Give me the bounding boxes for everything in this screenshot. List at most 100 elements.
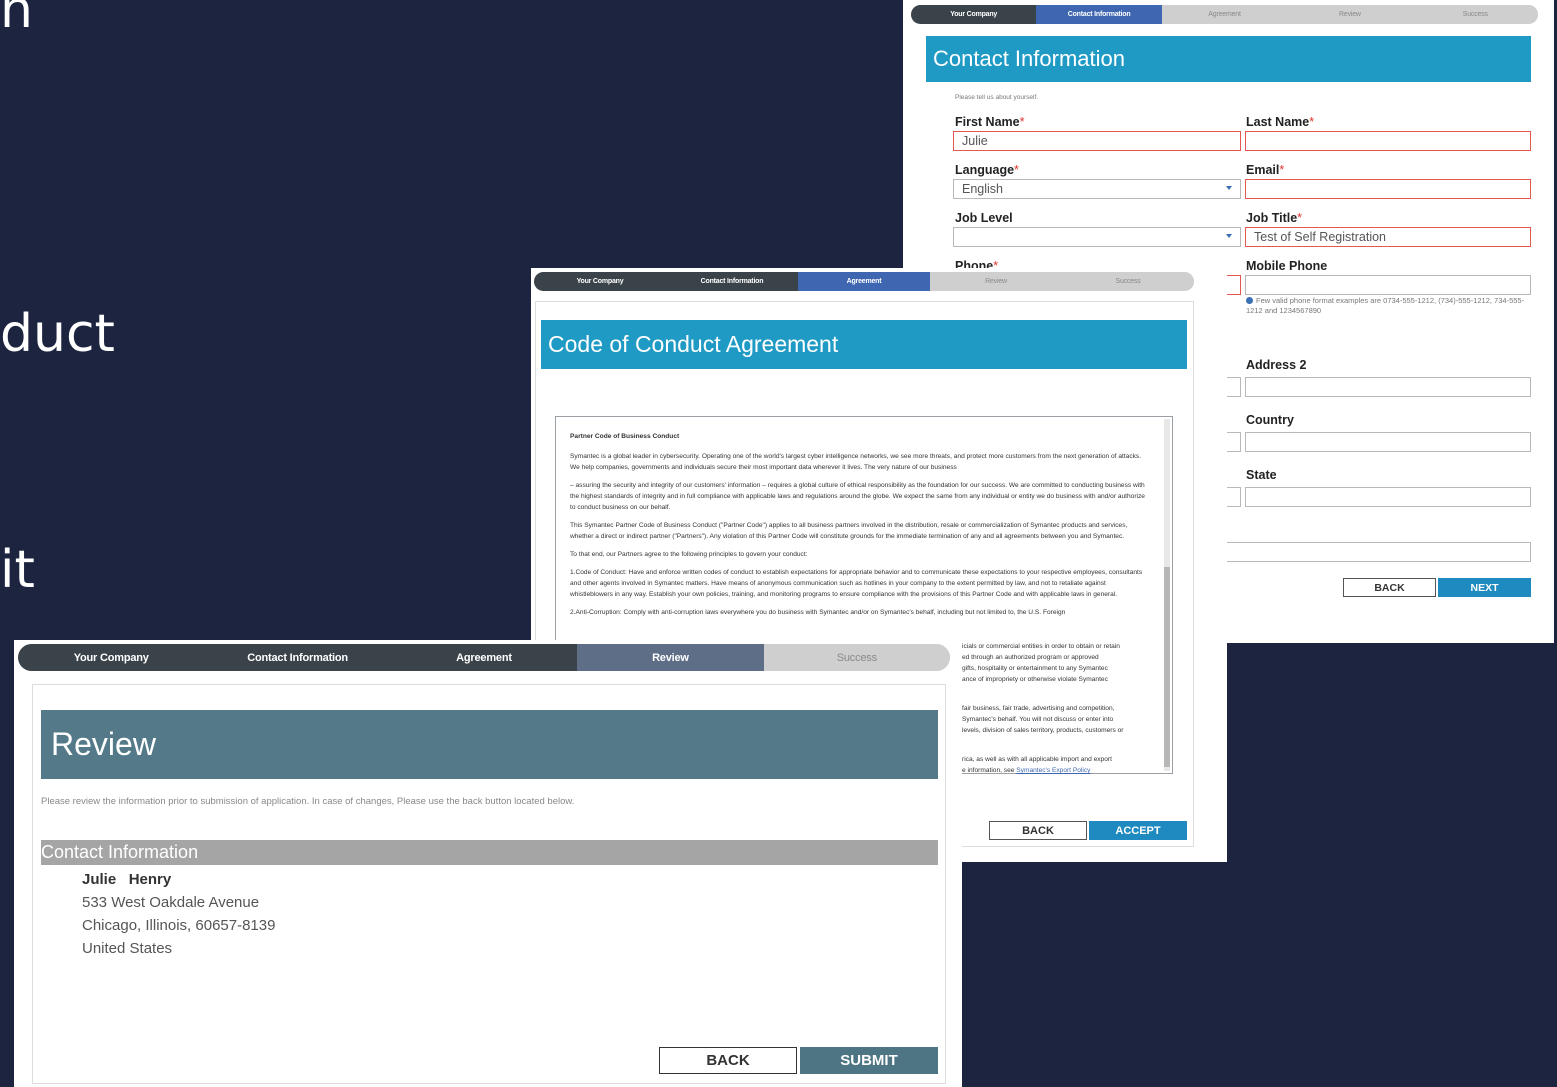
fragment-line: e information, see Symantec's Export Pol… <box>962 765 1157 776</box>
background-text-1: n <box>0 0 33 40</box>
country-label: Country <box>1246 413 1294 427</box>
last-name: Henry <box>128 871 172 888</box>
conduct-text-fragment: icials or commercial entities in order t… <box>962 641 1157 776</box>
intro-text: Please tell us about yourself. <box>955 94 1039 101</box>
country: United States <box>82 940 173 957</box>
back-button[interactable]: BACK <box>1343 578 1436 597</box>
info-icon <box>1246 297 1253 304</box>
page-title-banner: Code of Conduct Agreement <box>541 320 1187 369</box>
first-name-field[interactable]: Julie <box>953 131 1241 151</box>
paragraph: To that end, our Partners agree to the f… <box>570 551 808 558</box>
step-your-company: Your Company <box>911 5 1037 24</box>
email-field[interactable] <box>1245 179 1531 199</box>
step-label: Agreement <box>846 278 882 285</box>
section-header: Contact Information <box>41 840 938 865</box>
step-label: Your Company <box>73 651 149 664</box>
fragment-line: icials or commercial entities in order t… <box>962 643 1120 650</box>
step-label: Contact Information <box>1067 11 1131 18</box>
back-button[interactable]: BACK <box>659 1047 797 1074</box>
step-label: Review <box>1339 11 1361 18</box>
job-level-select[interactable] <box>953 227 1241 247</box>
step-agreement: Agreement <box>390 644 578 671</box>
required-mark: * <box>1279 163 1285 177</box>
step-label: Review <box>652 651 689 664</box>
step-contact-information: Contact Information <box>666 272 798 291</box>
fragment-line: rica, as well as with all applicable imp… <box>962 756 1112 763</box>
step-label: Success <box>836 651 877 664</box>
language-select[interactable]: English <box>953 179 1241 199</box>
step-label: Agreement <box>1208 11 1241 18</box>
last-name-label: Last Name* <box>1246 115 1314 129</box>
step-your-company: Your Company <box>534 272 666 291</box>
review-instructions: Please review the information prior to s… <box>41 796 575 807</box>
step-label: Success <box>1462 11 1488 18</box>
extra-field[interactable] <box>1213 542 1531 562</box>
step-label: Review <box>985 278 1007 285</box>
export-policy-link[interactable]: Symantec's Export Policy <box>1016 767 1090 774</box>
contact-name: Julie Henry <box>82 871 171 888</box>
progress-steps: Your Company Contact Information Agreeme… <box>18 644 950 671</box>
step-agreement: Agreement <box>1161 5 1288 24</box>
conduct-heading: Partner Code of Business Conduct <box>570 433 680 440</box>
fragment-line: gifts, hospitality or entertainment to a… <box>962 665 1108 672</box>
paragraph: – assuring the security and integrity of… <box>570 482 1145 511</box>
progress-steps: Your Company Contact Information Agreeme… <box>534 272 1194 291</box>
back-button[interactable]: BACK <box>989 821 1087 840</box>
address2-field[interactable] <box>1245 377 1531 397</box>
next-button[interactable]: NEXT <box>1438 578 1531 597</box>
background-text-3: it <box>0 540 35 600</box>
state-field[interactable] <box>1245 487 1531 507</box>
step-agreement: Agreement <box>798 272 930 291</box>
step-label: Your Company <box>576 278 624 285</box>
email-label: Email* <box>1246 163 1284 177</box>
review-screenshot: Your Company Contact Information Agreeme… <box>14 640 962 1087</box>
paragraph: This Symantec Partner Code of Business C… <box>570 522 1128 540</box>
paragraph: Symantec is a global leader in cybersecu… <box>570 453 1142 471</box>
page-title: Code of Conduct Agreement <box>548 331 839 357</box>
label-text: Last Name <box>1246 115 1310 129</box>
page-title-banner: Contact Information <box>926 36 1531 82</box>
step-your-company: Your Company <box>18 644 205 671</box>
step-label: Contact Information <box>700 278 764 285</box>
hint-text: Few valid phone format examples are 0734… <box>1246 296 1525 315</box>
last-name-field[interactable] <box>1245 131 1531 151</box>
scrollbar-thumb[interactable] <box>1164 567 1170 767</box>
job-title-label: Job Title* <box>1246 211 1302 225</box>
step-label: Contact Information <box>247 651 348 664</box>
job-title-field[interactable]: Test of Self Registration <box>1245 227 1531 247</box>
phone-format-hint: Few valid phone format examples are 0734… <box>1246 296 1528 316</box>
language-label: Language* <box>955 163 1019 177</box>
fragment-text: e information, see <box>962 767 1017 774</box>
step-label: Your Company <box>950 11 998 18</box>
chevron-down-icon <box>1226 234 1232 238</box>
city-state-zip: Chicago, Illinois, 60657-8139 <box>82 917 276 934</box>
paragraph: 2.Anti-Corruption: Comply with anti-corr… <box>570 609 1066 616</box>
step-contact-information: Contact Information <box>1036 5 1162 24</box>
page-title: Review <box>51 726 156 762</box>
address2-label: Address 2 <box>1246 358 1307 372</box>
fragment-line: ed through an authorized program or appr… <box>962 654 1099 661</box>
required-mark: * <box>1309 115 1315 129</box>
step-review: Review <box>1287 5 1413 24</box>
chevron-down-icon <box>1226 186 1232 190</box>
label-text: Language <box>955 163 1015 177</box>
label-text: First Name <box>955 115 1020 129</box>
submit-button[interactable]: SUBMIT <box>800 1047 938 1074</box>
step-success: Success <box>1412 5 1538 24</box>
step-contact-information: Contact Information <box>204 644 391 671</box>
mobile-phone-field[interactable] <box>1245 275 1531 295</box>
step-label: Success <box>1115 278 1141 285</box>
page-title: Contact Information <box>933 46 1125 71</box>
language-value: English <box>962 182 1003 196</box>
fragment-line: fair business, fair trade, advertising a… <box>962 705 1115 712</box>
background-text-2: duct <box>0 304 115 364</box>
page-title-banner: Review <box>41 710 938 779</box>
country-field[interactable] <box>1245 432 1531 452</box>
required-mark: * <box>1014 163 1019 177</box>
fragment-line: levels, division of sales territory, pro… <box>962 727 1124 734</box>
progress-steps: Your Company Contact Information Agreeme… <box>911 5 1538 24</box>
fragment-line: Symantec's behalf. You will not discuss … <box>962 716 1114 723</box>
label-text: Job Title <box>1246 211 1298 225</box>
label-text: Email <box>1246 163 1280 177</box>
accept-button[interactable]: ACCEPT <box>1089 821 1187 840</box>
